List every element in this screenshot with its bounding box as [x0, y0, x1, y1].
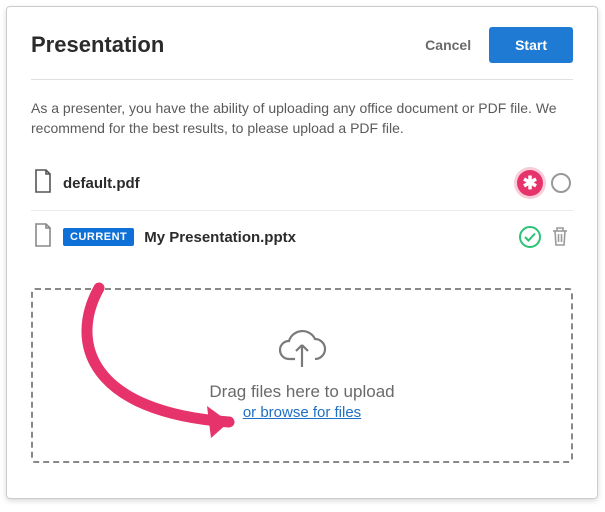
- header-actions: Cancel Start: [425, 27, 573, 63]
- row-divider: [31, 210, 573, 211]
- cloud-upload-icon: [275, 329, 329, 376]
- current-badge: CURRENT: [63, 228, 134, 246]
- modal-header: Presentation Cancel Start: [31, 27, 573, 80]
- selected-check-icon[interactable]: [519, 226, 541, 248]
- file-name-label: default.pdf: [63, 175, 140, 192]
- delete-button[interactable]: [549, 224, 571, 251]
- cancel-button[interactable]: Cancel: [425, 37, 471, 53]
- file-row: default.pdf ✱: [31, 161, 573, 206]
- document-icon: [33, 169, 53, 198]
- file-row-actions: ✱: [517, 170, 571, 196]
- annotation-arrow-icon: [59, 282, 269, 452]
- modal-title: Presentation: [31, 32, 164, 58]
- upload-dropzone[interactable]: Drag files here to upload or browse for …: [31, 288, 573, 463]
- required-badge-icon[interactable]: ✱: [517, 170, 543, 196]
- upload-description: As a presenter, you have the ability of …: [31, 98, 573, 139]
- document-icon: [33, 223, 53, 252]
- file-name-label: My Presentation.pptx: [144, 229, 296, 246]
- drag-hint-text: Drag files here to upload: [209, 382, 394, 402]
- presentation-modal: Presentation Cancel Start As a presenter…: [6, 6, 598, 499]
- start-button[interactable]: Start: [489, 27, 573, 63]
- select-radio[interactable]: [551, 173, 571, 193]
- browse-files-link[interactable]: or browse for files: [243, 404, 361, 421]
- file-row: CURRENT My Presentation.pptx: [31, 215, 573, 260]
- file-row-actions: [519, 224, 571, 251]
